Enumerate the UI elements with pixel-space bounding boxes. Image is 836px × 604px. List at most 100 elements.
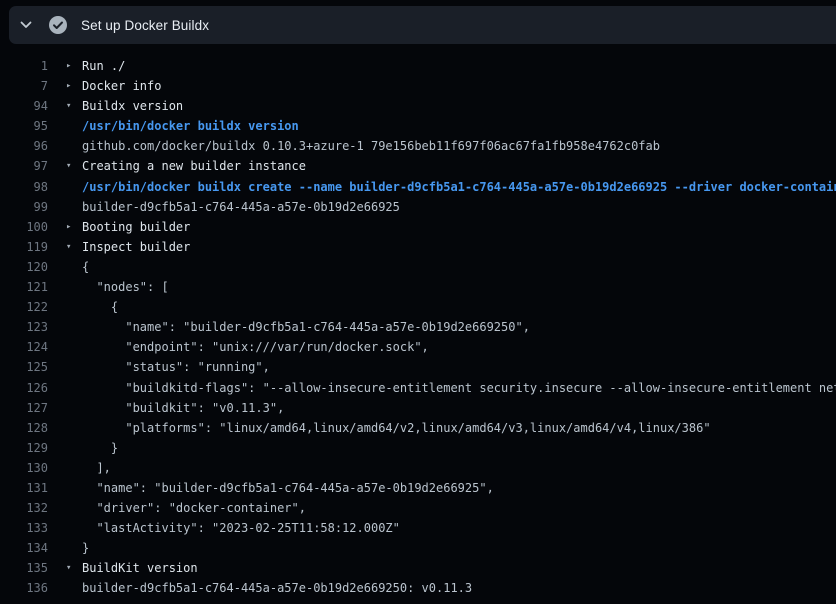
group-title[interactable]: Docker info: [82, 76, 836, 96]
line-number[interactable]: 135: [0, 558, 48, 578]
output-text: "name": "builder-d9cfb5a1-c764-445a-a57e…: [82, 317, 836, 337]
log-line: 7 ▸Docker info: [0, 76, 836, 96]
log-line: 132 "driver": "docker-container",: [0, 498, 836, 518]
log-line: 133 "lastActivity": "2023-02-25T11:58:12…: [0, 518, 836, 538]
line-number[interactable]: 124: [0, 337, 48, 357]
line-number[interactable]: 131: [0, 478, 48, 498]
line-number[interactable]: 128: [0, 418, 48, 438]
indent-spacer: [66, 357, 82, 377]
indent-spacer: [66, 277, 82, 297]
output-text: "endpoint": "unix:///var/run/docker.sock…: [82, 337, 836, 357]
line-number[interactable]: 130: [0, 458, 48, 478]
indent-spacer: [66, 337, 82, 357]
group-expanded-arrow-icon[interactable]: ▾: [66, 237, 82, 257]
log-line: 95/usr/bin/docker buildx version: [0, 116, 836, 136]
log-line: 98/usr/bin/docker buildx create --name b…: [0, 177, 836, 197]
command-text: /usr/bin/docker buildx version: [82, 116, 836, 136]
indent-spacer: [66, 498, 82, 518]
step-header[interactable]: Set up Docker Buildx: [9, 6, 836, 44]
indent-spacer: [66, 418, 82, 438]
line-number[interactable]: 119: [0, 237, 48, 257]
line-number[interactable]: 97: [0, 156, 48, 176]
log-line: 125 "status": "running",: [0, 357, 836, 377]
indent-spacer: [66, 518, 82, 538]
output-text: "name": "builder-d9cfb5a1-c764-445a-a57e…: [82, 478, 836, 498]
log-line: 122 {: [0, 297, 836, 317]
line-number[interactable]: 121: [0, 277, 48, 297]
group-title[interactable]: Inspect builder: [82, 237, 836, 257]
indent-spacer: [66, 317, 82, 337]
output-text: "platforms": "linux/amd64,linux/amd64/v2…: [82, 418, 836, 438]
log-line: 127 "buildkit": "v0.11.3",: [0, 398, 836, 418]
output-text: "lastActivity": "2023-02-25T11:58:12.000…: [82, 518, 836, 538]
line-number[interactable]: 98: [0, 177, 48, 197]
indent-spacer: [66, 116, 82, 136]
line-number[interactable]: 120: [0, 257, 48, 277]
indent-spacer: [66, 177, 82, 197]
output-text: "driver": "docker-container",: [82, 498, 836, 518]
line-number[interactable]: 123: [0, 317, 48, 337]
chevron-down-icon[interactable]: [19, 18, 33, 32]
output-text: {: [82, 257, 836, 277]
log-line: 94 ▾Buildx version: [0, 96, 836, 116]
line-number[interactable]: 129: [0, 438, 48, 458]
step-title: Set up Docker Buildx: [81, 18, 209, 33]
log-line: 99 builder-d9cfb5a1-c764-445a-a57e-0b19d2…: [0, 197, 836, 217]
indent-spacer: [66, 458, 82, 478]
output-text: "buildkit": "v0.11.3",: [82, 398, 836, 418]
group-title[interactable]: Run ./: [82, 56, 836, 76]
log-line: 121 "nodes": [: [0, 277, 836, 297]
log-line: 130 ],: [0, 458, 836, 478]
output-text: "status": "running",: [82, 357, 836, 377]
group-title[interactable]: Booting builder: [82, 217, 836, 237]
log-line: 135 ▾BuildKit version: [0, 558, 836, 578]
group-title[interactable]: BuildKit version: [82, 558, 836, 578]
output-text: builder-d9cfb5a1-c764-445a-a57e-0b19d2e6…: [82, 578, 836, 598]
line-number[interactable]: 125: [0, 357, 48, 377]
group-expanded-arrow-icon[interactable]: ▾: [66, 96, 82, 116]
indent-spacer: [66, 538, 82, 558]
line-number[interactable]: 126: [0, 378, 48, 398]
output-text: }: [82, 438, 836, 458]
line-number[interactable]: 99: [0, 197, 48, 217]
indent-spacer: [66, 136, 82, 156]
line-number[interactable]: 134: [0, 538, 48, 558]
indent-spacer: [66, 578, 82, 598]
output-text: github.com/docker/buildx 0.10.3+azure-1 …: [82, 136, 836, 156]
group-title[interactable]: Buildx version: [82, 96, 836, 116]
line-number[interactable]: 100: [0, 217, 48, 237]
group-collapsed-arrow-icon[interactable]: ▸: [66, 56, 82, 76]
indent-spacer: [66, 257, 82, 277]
command-text: /usr/bin/docker buildx create --name bui…: [82, 177, 836, 197]
log-line: 136 builder-d9cfb5a1-c764-445a-a57e-0b19d…: [0, 578, 836, 598]
success-check-circle-icon: [48, 15, 68, 35]
line-number[interactable]: 133: [0, 518, 48, 538]
log-line: 126 "buildkitd-flags": "--allow-insecure…: [0, 378, 836, 398]
group-collapsed-arrow-icon[interactable]: ▸: [66, 217, 82, 237]
group-expanded-arrow-icon[interactable]: ▾: [66, 156, 82, 176]
line-number[interactable]: 94: [0, 96, 48, 116]
indent-spacer: [66, 438, 82, 458]
group-title[interactable]: Creating a new builder instance: [82, 156, 836, 176]
line-number[interactable]: 96: [0, 136, 48, 156]
line-number[interactable]: 136: [0, 578, 48, 598]
line-number[interactable]: 132: [0, 498, 48, 518]
line-number[interactable]: 127: [0, 398, 48, 418]
line-number[interactable]: 95: [0, 116, 48, 136]
log-line: 131 "name": "builder-d9cfb5a1-c764-445a-…: [0, 478, 836, 498]
output-text: {: [82, 297, 836, 317]
log-line: 97 ▾Creating a new builder instance: [0, 156, 836, 176]
line-number[interactable]: 7: [0, 76, 48, 96]
log-line: 124 "endpoint": "unix:///var/run/docker.…: [0, 337, 836, 357]
log-output: 1▸Run ./7▸Docker info94▾Buildx version95…: [0, 44, 836, 604]
group-expanded-arrow-icon[interactable]: ▾: [66, 558, 82, 578]
indent-spacer: [66, 398, 82, 418]
output-text: builder-d9cfb5a1-c764-445a-a57e-0b19d2e6…: [82, 197, 836, 217]
line-number[interactable]: 122: [0, 297, 48, 317]
output-text: ],: [82, 458, 836, 478]
group-collapsed-arrow-icon[interactable]: ▸: [66, 76, 82, 96]
line-number[interactable]: 1: [0, 56, 48, 76]
output-text: }: [82, 538, 836, 558]
log-line: 119 ▾Inspect builder: [0, 237, 836, 257]
indent-spacer: [66, 297, 82, 317]
